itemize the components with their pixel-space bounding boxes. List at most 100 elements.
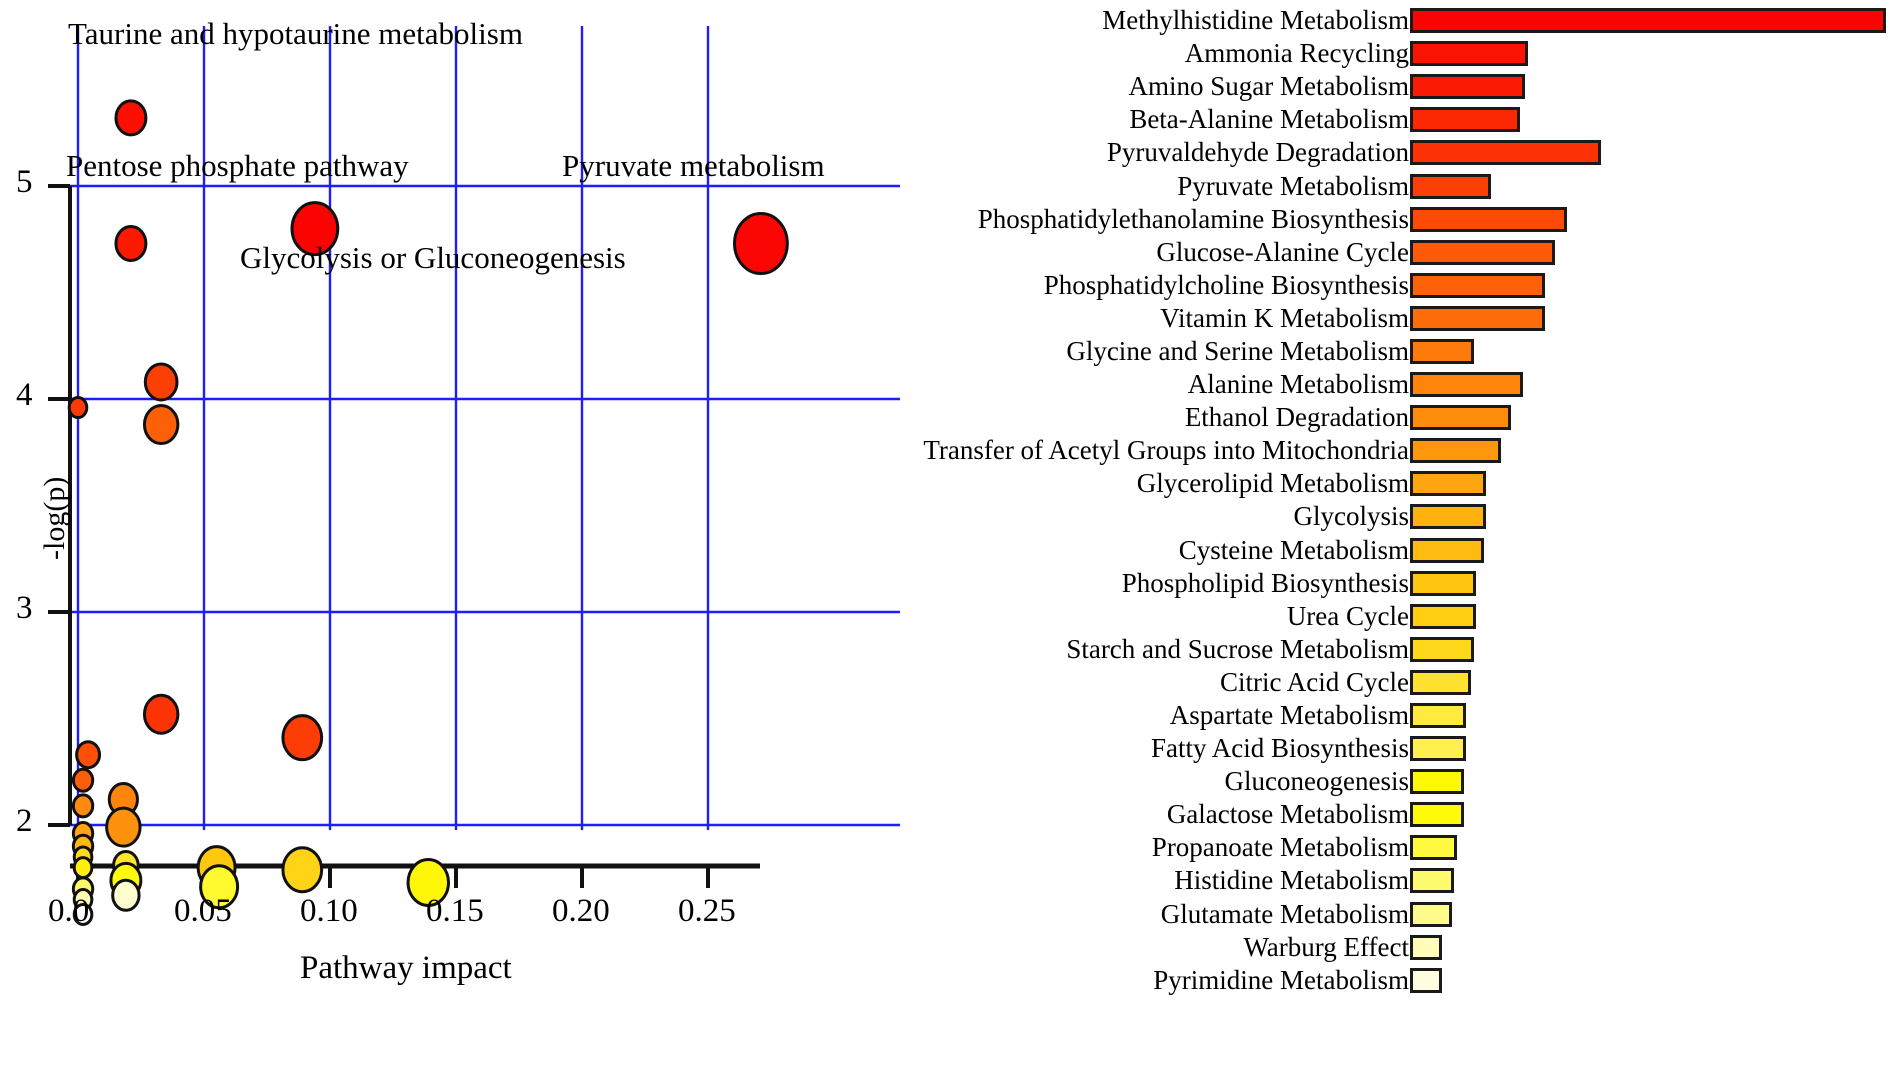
bar-rect <box>1410 703 1467 729</box>
bar-row: Cysteine Metabolism <box>900 534 1484 567</box>
bar-label: Alanine Metabolism <box>1187 369 1409 400</box>
bar-rect <box>1410 41 1528 67</box>
bar-label: Cysteine Metabolism <box>1178 534 1409 565</box>
bar-label: Citric Acid Cycle <box>1220 666 1409 697</box>
scatter-bubble <box>142 693 180 735</box>
bar-rect <box>1410 537 1484 563</box>
pathway-annotation-label: Taurine and hypotaurine metabolism <box>68 16 523 51</box>
pathway-impact-scatter-panel: -log(p) Pathway impact 0.0 0.05 0.10 0.15 0.… <box>0 0 900 1080</box>
bar-rect <box>1410 835 1457 861</box>
bar-rect <box>1410 272 1545 298</box>
pathway-annotation-label: Pentose phosphate pathway <box>66 148 409 183</box>
scatter-bubble <box>142 404 180 446</box>
bar-label: Phosphatidylcholine Biosynthesis <box>1043 269 1409 300</box>
bar-row: Methylhistidine Metabolism <box>900 4 1886 37</box>
bar-row: Amino Sugar Metabolism <box>900 70 1526 103</box>
axes-group <box>48 184 760 888</box>
bar-rect <box>1410 173 1491 199</box>
bar-rect <box>1410 504 1487 530</box>
scatter-bubble <box>71 767 95 793</box>
bar-label: Transfer of Acetyl Groups into Mitochond… <box>923 435 1409 466</box>
bar-rect <box>1410 305 1545 331</box>
bar-label: Starch and Sucrose Metabolism <box>1066 633 1409 664</box>
bar-rect <box>1410 74 1526 100</box>
scatter-bubble <box>72 856 94 880</box>
bar-rect <box>1410 636 1474 662</box>
bar-label: Amino Sugar Metabolism <box>1128 71 1409 102</box>
bar-rect <box>1410 868 1455 894</box>
bar-rect <box>1410 570 1477 596</box>
bar-row: Pyruvate Metabolism <box>900 169 1491 202</box>
pathway-annotation-label: Pyruvate metabolism <box>562 148 825 183</box>
bar-label: Beta-Alanine Metabolism <box>1129 104 1409 135</box>
bar-rect <box>1410 603 1477 629</box>
scatter-bubble <box>143 362 179 402</box>
bar-row: Phosphatidylethanolamine Biosynthesis <box>900 203 1567 236</box>
bar-row: Aspartate Metabolism <box>900 699 1467 732</box>
bar-rect <box>1410 140 1602 166</box>
bar-label: Ethanol Degradation <box>1184 402 1409 433</box>
bar-label: Pyruvate Metabolism <box>1177 170 1409 201</box>
bar-row: Starch and Sucrose Metabolism <box>900 633 1474 666</box>
scatter-bubble <box>281 714 324 762</box>
bar-rect <box>1410 967 1442 993</box>
bar-label: Galactose Metabolism <box>1166 799 1409 830</box>
bar-row: Ammonia Recycling <box>900 37 1528 70</box>
pathway-annotation-label: Glycolysis or Gluconeogenesis <box>240 240 626 275</box>
bar-label: Urea Cycle <box>1286 600 1409 631</box>
bubbles-group <box>67 99 789 926</box>
bar-row: Phospholipid Biosynthesis <box>900 567 1477 600</box>
bar-rect <box>1410 405 1511 431</box>
x-tick-label: 0.20 <box>552 893 610 929</box>
bar-row: Gluconeogenesis <box>900 765 1464 798</box>
bar-row: Warburg Effect <box>900 931 1442 964</box>
bar-row: Citric Acid Cycle <box>900 666 1472 699</box>
bar-row: Phosphatidylcholine Biosynthesis <box>900 269 1545 302</box>
bar-row: Galactose Metabolism <box>900 798 1464 831</box>
scatter-bubble <box>105 806 142 848</box>
scatter-bubble <box>281 846 324 894</box>
bar-row: Glycolysis <box>900 500 1487 533</box>
bar-label: Gluconeogenesis <box>1224 766 1409 797</box>
bar-rect <box>1410 901 1452 927</box>
bar-label: Fatty Acid Biosynthesis <box>1150 733 1409 764</box>
bar-label: Propanoate Metabolism <box>1151 832 1409 863</box>
bar-row: Glutamate Metabolism <box>900 898 1452 931</box>
bar-label: Warburg Effect <box>1243 931 1409 962</box>
bar-rect <box>1410 669 1472 695</box>
bar-rect <box>1410 934 1442 960</box>
bar-rect <box>1410 107 1521 133</box>
bar-label: Vitamin K Metabolism <box>1160 302 1409 333</box>
scatter-bubble <box>75 740 102 770</box>
y-axis-title: -log(p) <box>38 476 71 560</box>
bar-row: Beta-Alanine Metabolism <box>900 103 1521 136</box>
x-tick-label: 0.10 <box>300 893 358 929</box>
x-tick-label: 0.25 <box>678 893 736 929</box>
bar-row: Pyrimidine Metabolism <box>900 964 1442 997</box>
bar-label: Methylhistidine Metabolism <box>1102 5 1409 36</box>
scatter-bubble <box>71 793 95 819</box>
bar-rect <box>1410 769 1464 795</box>
bar-label: Glycolysis <box>1293 501 1409 532</box>
bar-label: Pyruvaldehyde Degradation <box>1106 137 1409 168</box>
bar-row: Transfer of Acetyl Groups into Mitochond… <box>900 434 1501 467</box>
scatter-bubble <box>67 396 89 420</box>
fold-enrichment-bar-panel: Methylhistidine Metabolism Ammonia Recycl… <box>900 0 1890 1080</box>
bar-label: Glycerolipid Metabolism <box>1136 468 1409 499</box>
scatter-bubble <box>111 878 141 912</box>
y-tick-label: 5 <box>16 164 33 200</box>
bar-rect <box>1410 802 1464 828</box>
scatter-bubble <box>114 99 148 137</box>
bar-rect <box>1410 8 1886 34</box>
y-tick-label: 3 <box>16 590 33 626</box>
bar-label: Phospholipid Biosynthesis <box>1121 567 1409 598</box>
y-tick-label: 2 <box>16 803 33 839</box>
bar-label: Ammonia Recycling <box>1184 38 1409 69</box>
y-tick-label: 4 <box>16 377 33 413</box>
bar-row: Ethanol Degradation <box>900 401 1511 434</box>
scatter-bubble <box>733 212 789 276</box>
x-tick-label: 0.0 <box>48 893 90 929</box>
bar-row: Fatty Acid Biosynthesis <box>900 732 1467 765</box>
bar-rect <box>1410 438 1501 464</box>
x-tick-label: 0.05 <box>174 893 232 929</box>
